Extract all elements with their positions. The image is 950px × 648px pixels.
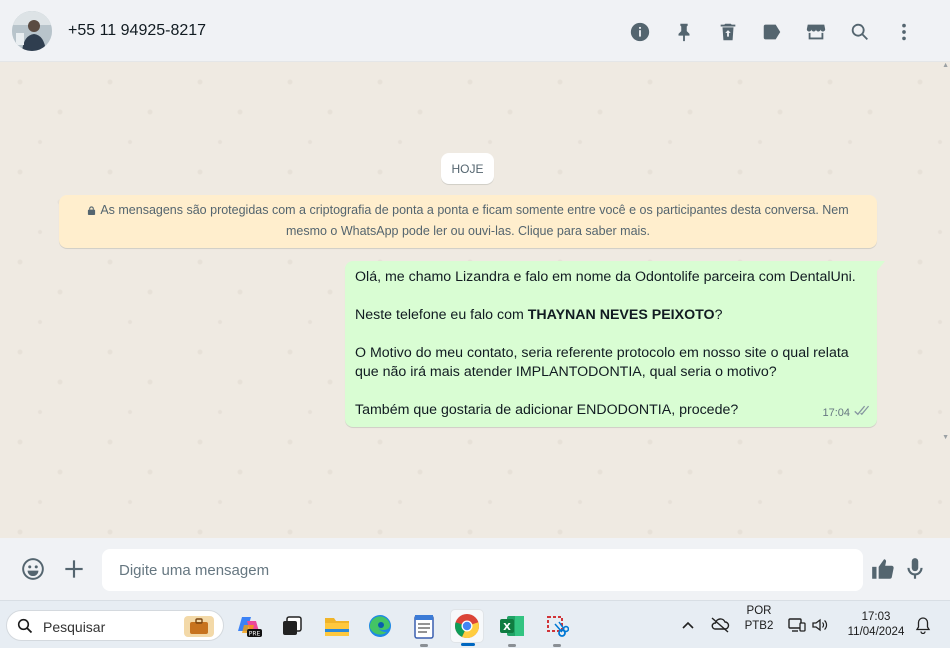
volume-icon[interactable]: [810, 616, 830, 634]
delete-icon[interactable]: [706, 18, 750, 46]
message-line-2-prefix: Neste telefone eu falo com: [355, 307, 528, 323]
message-line-1: Olá, me chamo Lizandra e falo em nome da…: [355, 269, 856, 285]
message-bold-name: THAYNAN NEVES PEIXOTO: [527, 307, 715, 323]
microphone-icon[interactable]: [902, 556, 928, 582]
menu-icon[interactable]: [882, 18, 926, 46]
running-indicator: [420, 644, 428, 647]
active-indicator: [461, 643, 475, 646]
encryption-notice[interactable]: As mensagens são protegidas com a cripto…: [59, 195, 877, 248]
taskbar-search[interactable]: Pesquisar: [6, 610, 224, 641]
excel-icon[interactable]: X: [495, 609, 529, 647]
outgoing-message[interactable]: Olá, me chamo Lizandra e falo em nome da…: [345, 261, 885, 427]
notification-bell-icon[interactable]: [913, 616, 933, 634]
chat-header: +55 11 94925-8217: [0, 0, 950, 62]
catalog-icon[interactable]: [794, 18, 838, 46]
clock[interactable]: 17:03 11/04/2024: [840, 610, 912, 640]
clock-time: 17:03: [861, 611, 891, 623]
chevron-up-icon[interactable]: [678, 616, 698, 634]
briefcase-icon: [184, 616, 214, 637]
network-offline-icon[interactable]: [710, 616, 730, 634]
notepad-icon[interactable]: [407, 609, 441, 647]
emoji-icon[interactable]: [20, 556, 46, 582]
pin-icon[interactable]: [662, 18, 706, 46]
lock-icon: [88, 206, 96, 215]
task-view-icon[interactable]: [275, 609, 309, 643]
edge-icon[interactable]: [363, 609, 397, 643]
message-line-4: Também que gostaria de adicionar ENDODON…: [355, 402, 739, 418]
bubble-tail: [877, 261, 885, 271]
message-input[interactable]: [102, 549, 863, 591]
message-time: 17:04: [822, 407, 850, 419]
language-code: POR: [746, 605, 772, 617]
date-chip: HOJE: [441, 153, 494, 184]
svg-text:PRE: PRE: [249, 631, 261, 638]
running-indicator: [553, 644, 561, 647]
search-icon[interactable]: [838, 18, 882, 46]
chrome-icon[interactable]: [450, 609, 484, 646]
message-meta: 17:04: [822, 404, 870, 423]
contact-name[interactable]: +55 11 94925-8217: [68, 22, 206, 40]
encryption-text: As mensagens são protegidas com a cripto…: [100, 203, 849, 238]
attach-plus-icon[interactable]: [61, 556, 87, 582]
message-line-2-suffix: ?: [714, 307, 723, 323]
search-label: Pesquisar: [43, 619, 106, 635]
display-icon[interactable]: [787, 616, 807, 634]
message-line-2: Neste telefone eu falo com THAYNAN NEVES…: [355, 306, 867, 325]
search-icon: [17, 618, 33, 634]
scroll-down-icon[interactable]: ▼: [942, 434, 949, 441]
running-indicator: [508, 644, 516, 647]
message-line-3: O Motivo do meu contato, seria referente…: [355, 345, 849, 380]
thumbs-up-icon[interactable]: [870, 556, 896, 582]
snipping-tool-icon[interactable]: [540, 609, 574, 647]
scroll-up-icon[interactable]: ▲: [942, 62, 949, 69]
double-check-icon: [853, 404, 870, 423]
chat-area[interactable]: ▲ ▼ HOJE As mensagens são protegidas com…: [0, 62, 950, 538]
language-indicator[interactable]: POR PTB2: [740, 604, 778, 634]
contact-avatar[interactable]: [12, 11, 52, 51]
chat-scrollbar[interactable]: ▲ ▼: [942, 62, 950, 538]
copilot-pre-icon[interactable]: PRE: [232, 609, 266, 643]
info-icon[interactable]: [618, 18, 662, 46]
windows-taskbar: Pesquisar PRE X POR PTB2 17:03 11/04/202…: [0, 600, 950, 648]
header-actions: [618, 18, 926, 46]
keyboard-layout: PTB2: [744, 620, 774, 632]
file-explorer-icon[interactable]: [320, 609, 354, 643]
message-composer: [0, 538, 950, 600]
label-icon[interactable]: [750, 18, 794, 46]
clock-date: 11/04/2024: [847, 626, 905, 638]
svg-text:X: X: [503, 622, 511, 633]
